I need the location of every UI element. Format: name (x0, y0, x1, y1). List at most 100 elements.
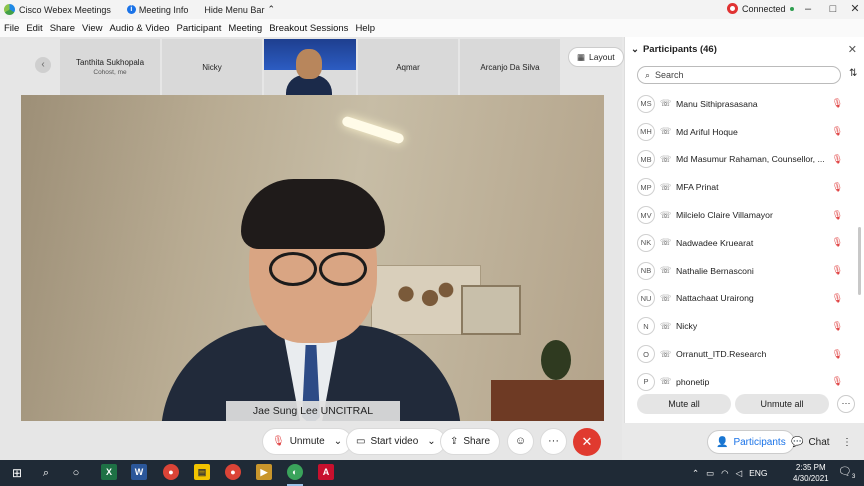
thumbnail-tile[interactable]: Tanthita Sukhopala Cohost, me (60, 39, 160, 95)
audio-connection-icon: ☏ (660, 320, 672, 331)
close-panel-button[interactable]: ✕ (848, 43, 857, 56)
layout-label: Layout (589, 52, 615, 62)
thumbnail-prev-button[interactable]: ‹ (35, 57, 51, 73)
wifi-icon[interactable]: ◠ (721, 468, 728, 479)
participant-list-scrollbar[interactable] (858, 227, 861, 295)
participant-name: phonetip (676, 376, 710, 387)
unmute-all-button[interactable]: Unmute all (735, 394, 829, 414)
participant-row[interactable]: MB ☏ Md Masumur Rahaman, Counsellor, ...… (625, 146, 857, 174)
acrobat-icon[interactable]: A (318, 464, 334, 480)
chrome-icon[interactable]: ● (225, 464, 241, 480)
chevron-down-icon[interactable]: ⌄ (334, 436, 342, 447)
muted-mic-icon[interactable]: 🎙 (832, 126, 843, 137)
muted-mic-icon[interactable]: 🎙 (832, 265, 843, 276)
sort-icon[interactable]: ⇅ (849, 68, 857, 79)
participant-search-input[interactable]: ⌕ Search (637, 66, 841, 84)
participant-row[interactable]: MP ☏ MFA Prinat 🎙 (625, 173, 857, 201)
reactions-button[interactable]: ☺ (507, 428, 534, 455)
menu-help[interactable]: Help (355, 23, 375, 34)
muted-mic-icon[interactable]: 🎙 (832, 237, 843, 248)
menu-view[interactable]: View (82, 23, 102, 34)
participant-row[interactable]: N ☏ Nicky 🎙 (625, 312, 857, 340)
more-options-button[interactable]: ··· (540, 428, 567, 455)
menu-participant[interactable]: Participant (177, 23, 222, 34)
right-more-button[interactable]: ⋮ (842, 430, 856, 454)
share-icon: ⇪ (450, 436, 459, 447)
participant-row[interactable]: MS ☏ Manu Sithiprasasana 🎙 (625, 90, 857, 118)
menu-file[interactable]: File (4, 23, 19, 34)
muted-mic-icon[interactable]: 🎙 (832, 98, 843, 109)
participant-row[interactable]: MH ☏ Md Ariful Hoque 🎙 (625, 118, 857, 146)
audio-connection-icon: ☏ (660, 292, 672, 303)
hide-menu-bar-button[interactable]: Hide Menu Bar ⌃ (204, 4, 275, 15)
thumbnail-video-tile[interactable] (264, 39, 356, 95)
battery-icon[interactable]: ▭ (706, 468, 714, 479)
layout-button[interactable]: ▦ Layout (568, 47, 624, 67)
end-meeting-button[interactable]: ✕ (573, 428, 601, 456)
menu-breakout-sessions[interactable]: Breakout Sessions (269, 23, 348, 34)
task-view-icon[interactable]: ○ (68, 465, 84, 481)
volume-icon[interactable]: ◁ (736, 468, 743, 479)
avatar: MS (637, 94, 655, 113)
participant-name: Manu Sithiprasasana (676, 98, 758, 109)
muted-mic-icon[interactable]: 🎙 (832, 154, 843, 165)
panel-more-button[interactable]: ··· (837, 395, 855, 413)
avatar: MB (637, 150, 655, 169)
participant-row[interactable]: NB ☏ Nathalie Bernasconi 🎙 (625, 257, 857, 285)
word-icon[interactable]: W (131, 464, 147, 480)
connection-icon (727, 3, 738, 14)
thumbnail-tile[interactable]: Nicky (162, 39, 262, 95)
chrome-icon[interactable]: ● (163, 464, 179, 480)
avatar: MH (637, 122, 655, 141)
participant-row[interactable]: O ☏ Orranutt_ITD.Research 🎙 (625, 340, 857, 368)
muted-mic-icon[interactable]: 🎙 (832, 321, 843, 332)
sticky-notes-icon[interactable]: ▤ (194, 464, 210, 480)
windows-start-icon[interactable]: ⊞ (9, 465, 25, 481)
maximize-button[interactable]: □ (822, 0, 844, 19)
avatar: MP (637, 178, 655, 197)
search-icon[interactable]: ⌕ (38, 465, 54, 481)
chevron-up-icon: ⌃ (267, 4, 275, 14)
audio-connection-icon: ☏ (660, 237, 672, 248)
notification-center-icon[interactable]: 🗨3 (838, 465, 855, 480)
start-video-button[interactable]: ▭ Start video ⌄ (346, 428, 446, 455)
muted-mic-icon[interactable]: 🎙 (832, 376, 843, 387)
participant-row[interactable]: NK ☏ Nadwadee Kruearat 🎙 (625, 229, 857, 257)
menu-audio-video[interactable]: Audio & Video (109, 23, 169, 34)
title-bar: Cisco Webex Meetings i Meeting Info Hide… (0, 0, 864, 19)
chat-button[interactable]: 💬 Chat (789, 430, 832, 454)
webex-taskbar-icon[interactable]: ◐ (287, 464, 303, 480)
taskbar-clock[interactable]: 2:35 PM 4/30/2021 (793, 462, 829, 484)
muted-mic-icon[interactable]: 🎙 (832, 210, 843, 221)
thumbnail-tile[interactable]: Aqmar (358, 39, 458, 95)
excel-icon[interactable]: X (101, 464, 117, 480)
participant-row[interactable]: P ☏ phonetip 🎙 (625, 368, 857, 396)
muted-mic-icon[interactable]: 🎙 (832, 349, 843, 360)
participant-row[interactable]: MV ☏ Milcielo Claire Villamayor 🎙 (625, 201, 857, 229)
muted-mic-icon[interactable]: 🎙 (832, 182, 843, 193)
panel-title[interactable]: ⌄ Participants (46) (631, 44, 717, 55)
mute-all-button[interactable]: Mute all (637, 394, 731, 414)
close-window-button[interactable]: ✕ (844, 0, 864, 19)
participants-toggle-button[interactable]: 👤 Participants (707, 430, 795, 454)
language-indicator[interactable]: ENG (749, 468, 767, 478)
unmute-button[interactable]: 🎙 Unmute ⌄ (262, 428, 353, 455)
menu-edit[interactable]: Edit (26, 23, 42, 34)
chevron-up-icon[interactable]: ⌃ (692, 468, 699, 479)
share-button[interactable]: ⇪ Share (440, 428, 501, 455)
minimize-button[interactable]: – (797, 0, 819, 19)
microphone-muted-icon: 🎙 (272, 436, 285, 447)
participant-row[interactable]: NU ☏ Nattachaat Urairong 🎙 (625, 285, 857, 313)
menu-meeting[interactable]: Meeting (228, 23, 262, 34)
thumbnail-tile[interactable]: Arcanjo Da Silva (460, 39, 560, 95)
media-player-icon[interactable]: ▶ (256, 464, 272, 480)
chevron-down-icon[interactable]: ⌄ (427, 436, 435, 447)
meeting-info-button[interactable]: i Meeting Info (126, 4, 189, 15)
plant (541, 340, 571, 380)
muted-mic-icon[interactable]: 🎙 (832, 293, 843, 304)
avatar: NB (637, 261, 655, 280)
participant-name: Nattachaat Urairong (676, 293, 754, 304)
menu-share[interactable]: Share (50, 23, 75, 34)
start-video-label: Start video (370, 436, 419, 447)
meeting-info-label: Meeting Info (138, 4, 189, 15)
